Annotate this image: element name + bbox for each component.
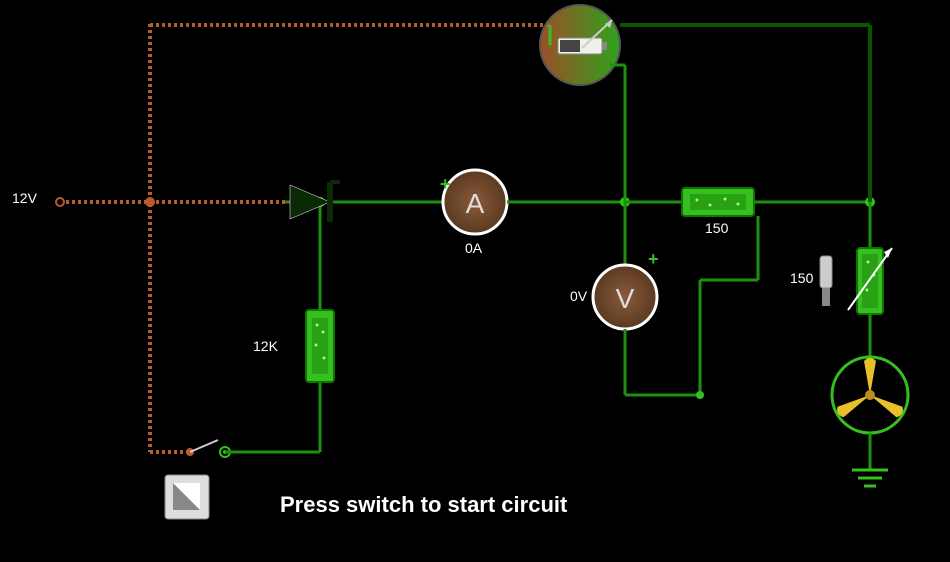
switch-button[interactable] bbox=[165, 475, 209, 519]
motor-fan bbox=[832, 357, 908, 433]
slider-handle[interactable] bbox=[820, 256, 832, 306]
battery-meter bbox=[540, 5, 620, 85]
wire-main-1 bbox=[148, 200, 288, 204]
varres-label: 150 bbox=[790, 270, 813, 286]
r1-label: 12K bbox=[253, 338, 278, 354]
wire-top-horiz bbox=[148, 23, 550, 27]
svg-text:V: V bbox=[616, 283, 635, 314]
resistor-r2 bbox=[682, 188, 754, 216]
ammeter-reading: 0A bbox=[465, 240, 482, 256]
instruction-text: Press switch to start circuit bbox=[280, 492, 567, 518]
resistor-r1 bbox=[306, 310, 334, 382]
voltmeter-reading: 0V bbox=[570, 288, 587, 304]
switch-symbol[interactable] bbox=[186, 440, 230, 457]
wire-top-left-vert bbox=[148, 23, 152, 203]
voltmeter: V bbox=[593, 265, 657, 329]
variable-resistor[interactable] bbox=[848, 248, 892, 314]
source-voltage-label: 12V bbox=[12, 190, 37, 206]
wire-left-down bbox=[148, 202, 152, 452]
plus-ammeter: + bbox=[440, 174, 451, 194]
wire-to-switch bbox=[148, 450, 188, 454]
r2-label: 150 bbox=[705, 220, 728, 236]
svg-text:A: A bbox=[466, 188, 485, 219]
ammeter: A bbox=[443, 170, 507, 234]
plus-voltmeter: + bbox=[648, 249, 659, 269]
ground-symbol bbox=[852, 470, 888, 486]
wire-source-in bbox=[60, 200, 150, 204]
source-terminal bbox=[56, 198, 64, 206]
